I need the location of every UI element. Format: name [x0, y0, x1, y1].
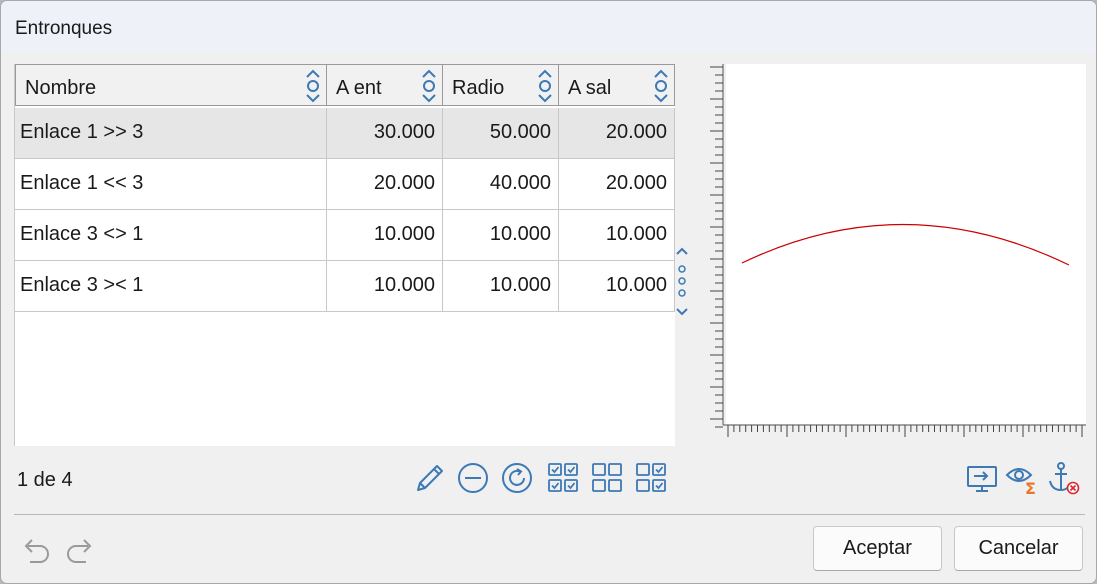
title-bar: Entronques	[1, 1, 1096, 53]
remove-button[interactable]	[454, 459, 492, 497]
cell-a-sal[interactable]: 10.000	[559, 261, 675, 312]
table-row[interactable]: Enlace 1 >> 3 30.000 50.000 20.000	[15, 108, 675, 159]
uncheck-all-button[interactable]	[588, 459, 626, 497]
column-header-label: Nombre	[25, 77, 97, 99]
column-header-label: A sal	[568, 77, 612, 99]
check-all-icon	[548, 463, 578, 492]
cell-radio[interactable]: 40.000	[443, 159, 559, 210]
column-header-a-sal[interactable]: A sal	[558, 64, 675, 106]
check-all-button[interactable]	[544, 459, 582, 497]
table-row[interactable]: Enlace 3 <> 1 10.000 10.000 10.000	[15, 210, 675, 261]
anchor-remove-icon	[1049, 462, 1080, 495]
table-row[interactable]: Enlace 1 << 3 20.000 40.000 20.000	[15, 159, 675, 210]
cell-nombre[interactable]: Enlace 1 << 3	[15, 159, 327, 210]
alignment-preview	[690, 63, 1086, 460]
invert-check-button[interactable]	[632, 459, 670, 497]
cancel-button[interactable]: Cancelar	[954, 526, 1083, 571]
refresh-icon	[502, 463, 532, 493]
table-header: Nombre A ent Radio A sal	[15, 64, 675, 108]
edit-button[interactable]	[410, 459, 448, 497]
undo-icon[interactable]	[18, 537, 52, 567]
cell-a-sal[interactable]: 20.000	[559, 108, 675, 159]
cell-a-ent[interactable]: 20.000	[327, 159, 443, 210]
footer-separator	[14, 514, 1085, 515]
window-title: Entronques	[15, 18, 113, 39]
sort-icon[interactable]	[652, 68, 670, 104]
cell-nombre[interactable]: Enlace 3 >< 1	[15, 261, 327, 312]
redo-icon[interactable]	[64, 537, 98, 567]
cell-a-sal[interactable]: 20.000	[559, 159, 675, 210]
dialog-window: Entronques Nombre A ent Radio A sal Enla…	[0, 0, 1097, 584]
cell-nombre[interactable]: Enlace 1 >> 3	[15, 108, 327, 159]
sort-icon[interactable]	[536, 68, 554, 104]
column-header-a-ent[interactable]: A ent	[326, 64, 443, 106]
pager-status: 1 de 4	[17, 469, 73, 491]
svg-text:Σ: Σ	[1025, 479, 1036, 497]
cell-a-ent[interactable]: 30.000	[327, 108, 443, 159]
invert-check-icon	[636, 463, 666, 492]
refresh-button[interactable]	[498, 459, 536, 497]
cell-radio[interactable]: 10.000	[443, 261, 559, 312]
uncheck-all-icon	[592, 463, 622, 492]
column-header-label: Radio	[452, 77, 505, 99]
sort-icon[interactable]	[304, 68, 322, 104]
view-sum-icon: Σ	[1005, 468, 1036, 498]
column-header-nombre[interactable]: Nombre	[15, 64, 327, 106]
cell-nombre[interactable]: Enlace 3 <> 1	[15, 210, 327, 261]
view-sum-button[interactable]: Σ	[1004, 459, 1042, 498]
anchor-remove-button[interactable]	[1045, 459, 1083, 497]
cell-a-ent[interactable]: 10.000	[327, 261, 443, 312]
preview-canvas	[710, 64, 1086, 437]
column-header-label: A ent	[336, 77, 382, 99]
sort-icon[interactable]	[420, 68, 438, 104]
cell-radio[interactable]: 50.000	[443, 108, 559, 159]
cell-a-sal[interactable]: 10.000	[559, 210, 675, 261]
column-header-radio[interactable]: Radio	[442, 64, 559, 106]
cell-a-ent[interactable]: 10.000	[327, 210, 443, 261]
export-view-icon	[967, 466, 997, 492]
export-view-button[interactable]	[963, 459, 1001, 497]
table-row[interactable]: Enlace 3 >< 1 10.000 10.000 10.000	[15, 261, 675, 312]
remove-circle-icon	[458, 463, 488, 493]
accept-button[interactable]: Aceptar	[813, 526, 942, 571]
cell-radio[interactable]: 10.000	[443, 210, 559, 261]
links-table: Nombre A ent Radio A sal Enlace 1 >> 3 3…	[14, 64, 675, 446]
pencil-icon	[417, 465, 443, 491]
panel-splitter-handle[interactable]	[675, 246, 689, 320]
